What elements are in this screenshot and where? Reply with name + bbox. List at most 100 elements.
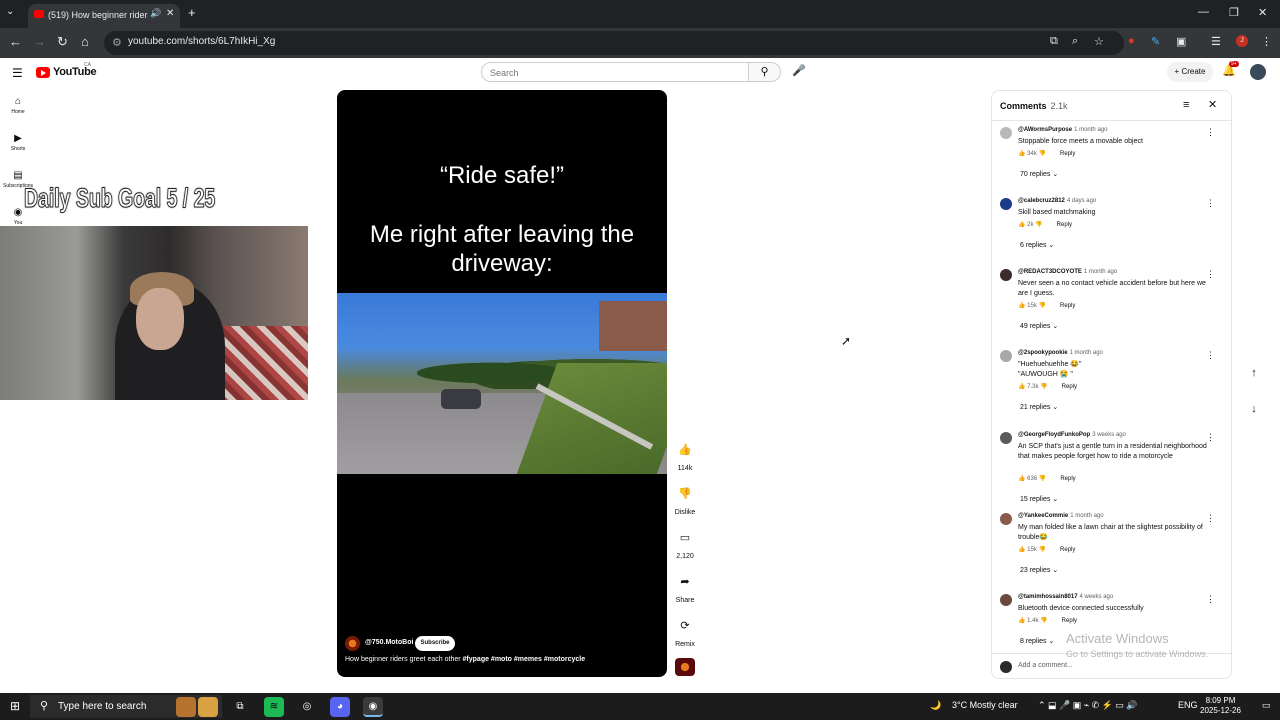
reading-list-icon[interactable]: ☰ xyxy=(1211,35,1221,48)
dislike-action[interactable]: 👎 Dislike xyxy=(672,484,698,516)
view-replies-button[interactable]: 8 replies ⌄ xyxy=(1020,637,1054,645)
reply-button[interactable]: Reply xyxy=(1062,618,1077,624)
notification-center-icon[interactable]: ▭ xyxy=(1262,700,1271,711)
zoom-icon[interactable]: ⌕ xyxy=(1072,35,1078,48)
nav-home[interactable]: ⌂ Home xyxy=(0,96,36,115)
create-button[interactable]: + Create xyxy=(1167,62,1213,82)
comment-time[interactable]: 4 days ago xyxy=(1067,198,1096,204)
extension-record-icon[interactable]: ● xyxy=(1128,35,1135,47)
reply-button[interactable]: Reply xyxy=(1060,151,1075,157)
close-tab-icon[interactable]: ✕ xyxy=(166,8,174,19)
remix-action[interactable]: ⟳ Remix xyxy=(672,616,698,648)
comment-like-icon[interactable]: 👍 xyxy=(1018,222,1025,228)
chrome-icon[interactable]: ◉ xyxy=(363,697,383,717)
next-short-icon[interactable]: ↓ xyxy=(1245,403,1263,421)
reply-button[interactable]: Reply xyxy=(1060,476,1075,482)
home-icon[interactable]: ⌂ xyxy=(81,34,89,49)
comment-dislike-icon[interactable]: 👎 xyxy=(1040,384,1047,390)
reply-button[interactable]: Reply xyxy=(1060,303,1075,309)
view-replies-button[interactable]: 15 replies ⌄ xyxy=(1020,495,1058,503)
account-avatar[interactable] xyxy=(1250,64,1266,80)
profile-avatar-icon[interactable]: J xyxy=(1236,35,1248,47)
remix-icon[interactable]: ⟳ xyxy=(675,616,695,636)
tab-search-icon[interactable]: ⌄ xyxy=(6,6,14,17)
thumbs-down-icon[interactable]: 👎 xyxy=(675,484,695,504)
thumbs-up-icon[interactable]: 👍 xyxy=(675,440,695,460)
previous-short-icon[interactable]: ↑ xyxy=(1245,367,1263,385)
new-tab-icon[interactable]: + xyxy=(188,5,196,20)
comment-like-icon[interactable]: 👍 xyxy=(1018,618,1025,624)
share-icon[interactable]: ➦ xyxy=(675,572,695,592)
comment-time[interactable]: 1 month ago xyxy=(1070,513,1103,519)
search-box[interactable] xyxy=(481,62,749,82)
video-frame[interactable] xyxy=(337,293,667,474)
commenter-avatar[interactable] xyxy=(1000,513,1012,525)
comment-dislike-icon[interactable]: 👎 xyxy=(1039,303,1046,309)
windows-start-icon[interactable]: ⊞ xyxy=(10,699,20,713)
reply-button[interactable]: Reply xyxy=(1057,222,1072,228)
comments-action[interactable]: ▭ 2,120 xyxy=(672,528,698,560)
microphone-icon[interactable]: 🎤 xyxy=(792,64,806,77)
reply-button[interactable]: Reply xyxy=(1062,384,1077,390)
view-replies-button[interactable]: 70 replies ⌄ xyxy=(1020,170,1058,178)
comment-icon[interactable]: ▭ xyxy=(675,528,695,548)
file-explorer-icon[interactable] xyxy=(198,697,218,717)
site-info-icon[interactable]: ⚙ xyxy=(112,36,122,49)
taskbar-clock[interactable]: 8:09 PM 2025-12-26 xyxy=(1200,696,1241,716)
channel-avatar[interactable] xyxy=(345,636,360,651)
subscribe-button[interactable]: Subscribe xyxy=(415,636,455,651)
comment-author[interactable]: @calebcruz2812 xyxy=(1018,198,1065,204)
comment-author[interactable]: @YankeeCommie xyxy=(1018,513,1068,519)
comment-dislike-icon[interactable]: 👎 xyxy=(1039,476,1046,482)
commenter-avatar[interactable] xyxy=(1000,127,1012,139)
comment-time[interactable]: 1 month ago xyxy=(1074,127,1107,133)
nav-shorts[interactable]: ▶ Shorts xyxy=(0,133,36,152)
comment-like-icon[interactable]: 👍 xyxy=(1018,151,1025,157)
sound-thumbnail[interactable] xyxy=(675,658,695,676)
comment-like-icon[interactable]: 👍 xyxy=(1018,384,1025,390)
reply-button[interactable]: Reply xyxy=(1060,547,1075,553)
sort-icon[interactable]: ≡ xyxy=(1183,99,1189,111)
commenter-avatar[interactable] xyxy=(1000,594,1012,606)
spotify-icon[interactable]: ≋ xyxy=(264,697,284,717)
commenter-avatar[interactable] xyxy=(1000,432,1012,444)
comment-dislike-icon[interactable]: 👎 xyxy=(1039,151,1046,157)
commenter-avatar[interactable] xyxy=(1000,269,1012,281)
bookmark-star-icon[interactable]: ☆ xyxy=(1094,35,1104,48)
notifications-bell-icon[interactable]: 🔔 9+ xyxy=(1222,61,1239,77)
close-comments-icon[interactable]: ✕ xyxy=(1208,98,1217,111)
taskbar-widget-icon[interactable] xyxy=(176,697,196,717)
comment-author[interactable]: @2spookypookie xyxy=(1018,350,1068,356)
obs-icon[interactable]: ◎ xyxy=(297,697,317,717)
weather-icon[interactable]: 🌙 xyxy=(930,700,941,711)
view-replies-button[interactable]: 21 replies ⌄ xyxy=(1020,403,1058,411)
hashtags[interactable]: #fypage #moto #memes #motorcycle xyxy=(463,656,586,663)
view-replies-button[interactable]: 23 replies ⌄ xyxy=(1020,566,1058,574)
search-button[interactable]: ⚲ xyxy=(749,62,781,82)
search-input[interactable] xyxy=(482,64,722,82)
comment-like-icon[interactable]: 👍 xyxy=(1018,303,1025,309)
channel-handle[interactable]: @750.MotoBoi xyxy=(365,639,413,646)
back-icon[interactable]: ← xyxy=(9,34,22,49)
commenter-avatar[interactable] xyxy=(1000,350,1012,362)
comment-time[interactable]: 1 month ago xyxy=(1070,350,1103,356)
view-replies-button[interactable]: 49 replies ⌄ xyxy=(1020,322,1058,330)
comment-like-icon[interactable]: 👍 xyxy=(1018,476,1025,482)
task-view-icon[interactable]: ⧉ xyxy=(230,697,250,717)
shorts-player[interactable]: “Ride safe!” Me right after leaving the … xyxy=(337,90,667,677)
tray-overflow-icon[interactable]: ⌃ ⬓ 🎤 ▣ ⌁ ✆ ⚡ ▭ 🔊 xyxy=(1038,700,1138,711)
restore-icon[interactable]: ❐ xyxy=(1229,6,1239,19)
share-action[interactable]: ➦ Share xyxy=(672,572,698,604)
speaker-icon[interactable]: 🔊 xyxy=(150,8,161,19)
discord-icon[interactable]: ◕ xyxy=(330,697,350,717)
omnibox[interactable]: ⚙ youtube.com/shorts/6L7hIkHi_Xg xyxy=(104,31,1124,55)
hamburger-menu-icon[interactable]: ☰ xyxy=(12,66,23,80)
add-comment-input[interactable]: Add a comment... xyxy=(1018,662,1073,669)
comment-author[interactable]: @tamimhossain8017 xyxy=(1018,594,1078,600)
comment-time[interactable]: 3 weeks ago xyxy=(1092,432,1126,438)
comment-time[interactable]: 1 month ago xyxy=(1084,269,1117,275)
url-text[interactable]: youtube.com/shorts/6L7hIkHi_Xg xyxy=(128,36,275,47)
browser-menu-icon[interactable]: ⋮ xyxy=(1261,35,1272,48)
comment-dislike-icon[interactable]: 👎 xyxy=(1035,222,1042,228)
minimize-icon[interactable]: — xyxy=(1198,6,1209,18)
